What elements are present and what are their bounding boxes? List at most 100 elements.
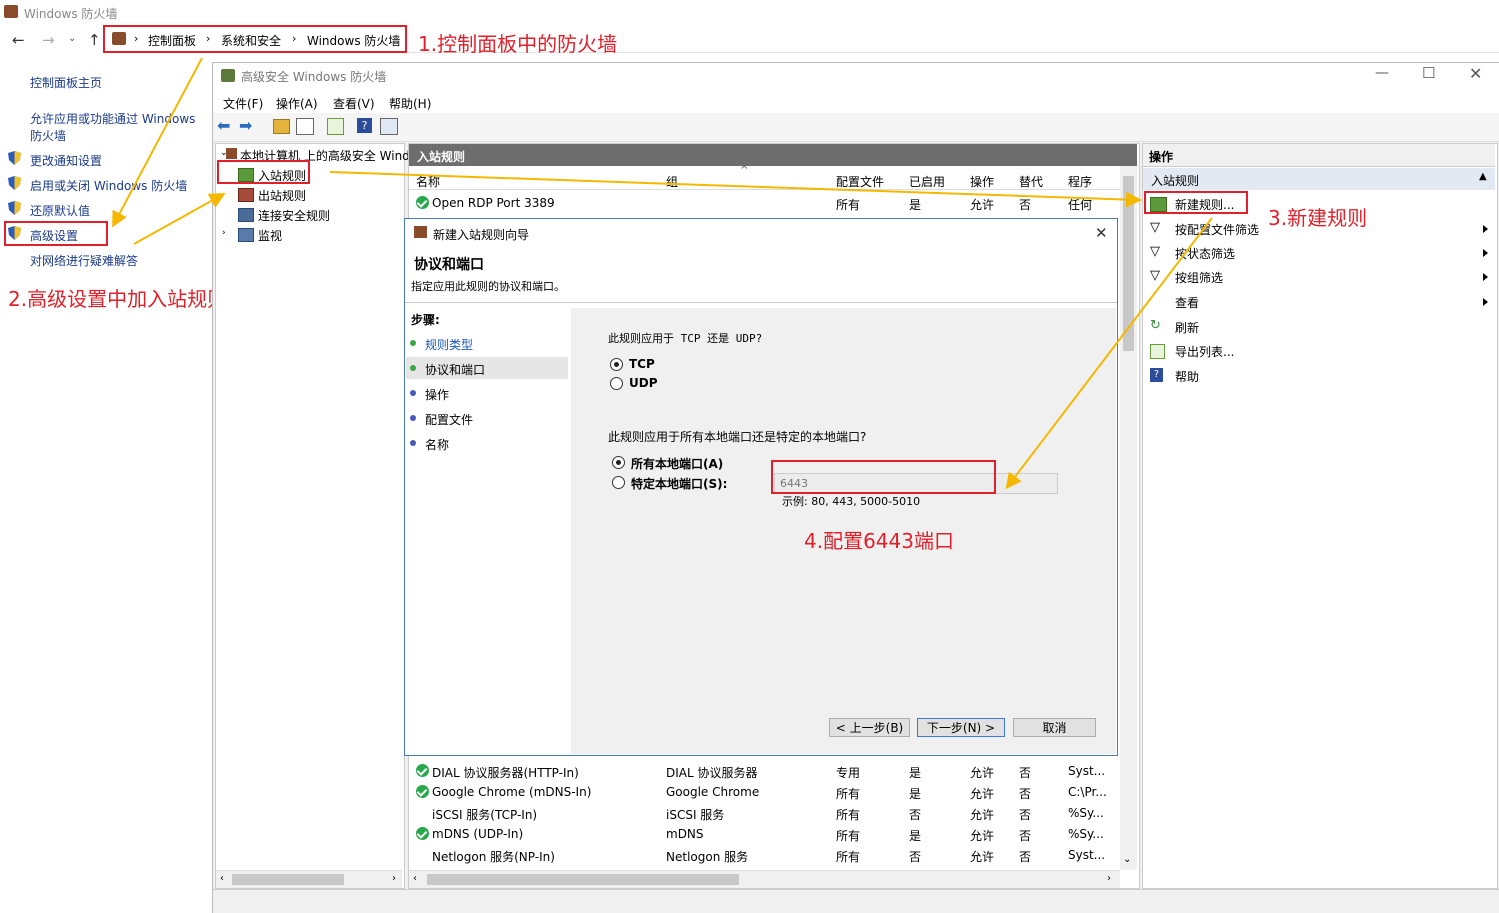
address-bar[interactable]: › 控制面板 › 系统和安全 › Windows 防火墙 (104, 27, 1499, 53)
wizard-close-icon[interactable]: ✕ (1095, 224, 1108, 242)
scroll-right-icon[interactable]: › (392, 873, 396, 884)
column-header-group[interactable]: 组 (666, 173, 678, 190)
tree-root[interactable]: 本地计算机 上的高级安全 Wind (240, 147, 410, 164)
center-vscrollbar[interactable]: ⌄ (1120, 166, 1137, 870)
action-new-rule[interactable]: 新建规则... (1175, 196, 1234, 213)
nav-change-notify[interactable]: 更改通知设置 (30, 152, 102, 169)
crumb-system-security[interactable]: 系统和安全 (221, 32, 281, 49)
scroll-down-icon[interactable]: ⌄ (1123, 854, 1131, 865)
rule-program: C:\Pr... (1068, 785, 1107, 799)
tree-connection-security[interactable]: 连接安全规则 (258, 207, 330, 224)
nav-control-panel-home[interactable]: 控制面板主页 (30, 74, 102, 91)
menu-view[interactable]: 查看(V) (333, 95, 375, 112)
tcp-radio[interactable] (610, 358, 623, 371)
action-view[interactable]: 查看 (1175, 294, 1199, 311)
action-filter-group[interactable]: 按组筛选 (1175, 269, 1223, 286)
crumb-windows-firewall[interactable]: Windows 防火墙 (307, 32, 400, 49)
up-arrow-icon[interactable]: ↑ (88, 31, 101, 49)
nav-allow-app[interactable]: 允许应用或功能通过 Windows (30, 110, 195, 127)
action-filter-profile[interactable]: 按配置文件筛选 (1175, 221, 1259, 238)
column-header-enabled[interactable]: 已启用 (909, 173, 945, 190)
scroll-thumb[interactable] (232, 874, 344, 885)
next-button[interactable]: 下一步(N) > (917, 718, 1005, 737)
nav-toggle-firewall[interactable]: 启用或关闭 Windows 防火墙 (30, 177, 187, 194)
rule-group: Netlogon 服务 (666, 850, 749, 864)
crumb-control-panel[interactable]: 控制面板 (148, 32, 196, 49)
rule-name[interactable]: Netlogon 服务(NP-In) (432, 848, 555, 865)
window-titlebar: Windows 防火墙 (0, 0, 1499, 26)
filter-icon: ▽ (1150, 220, 1160, 235)
column-header-divider (409, 189, 1137, 190)
back-button[interactable]: < 上一步(B) (829, 718, 910, 737)
action-refresh[interactable]: 刷新 (1175, 319, 1199, 336)
port-input[interactable]: 6443 (774, 473, 1058, 494)
export-icon[interactable] (327, 118, 344, 135)
udp-radio[interactable] (610, 377, 623, 390)
tcp-label[interactable]: TCP (629, 357, 655, 371)
tree-outbound-rules[interactable]: 出站规则 (258, 187, 306, 204)
firewall-icon (4, 5, 18, 18)
center-hscrollbar[interactable]: ‹ › (409, 870, 1120, 888)
rule-name[interactable]: Google Chrome (mDNS-In) (432, 785, 591, 799)
nav-restore-defaults[interactable]: 还原默认值 (30, 202, 90, 219)
cancel-button[interactable]: 取消 (1013, 718, 1096, 737)
action-export[interactable]: 导出列表... (1175, 343, 1234, 360)
scroll-left-icon[interactable]: ‹ (220, 873, 224, 884)
menu-file[interactable]: 文件(F) (223, 95, 263, 112)
menu-help[interactable]: 帮助(H) (389, 95, 431, 112)
all-ports-radio[interactable] (612, 456, 625, 469)
step-rule-type[interactable]: 规则类型 (425, 336, 473, 353)
rule-name[interactable]: iSCSI 服务(TCP-In) (432, 806, 537, 823)
column-header-override[interactable]: 替代 (1019, 173, 1043, 190)
nav-advanced-settings[interactable]: 高级设置 (30, 227, 78, 244)
recent-dropdown-icon[interactable]: ⌄ (68, 33, 76, 44)
collapse-caret-icon[interactable]: ▲ (1479, 171, 1487, 182)
step-pending-dot-icon (410, 415, 416, 421)
scroll-thumb[interactable] (427, 874, 739, 885)
folder-up-icon[interactable] (273, 119, 290, 134)
scroll-right-icon[interactable]: › (1107, 873, 1111, 884)
all-ports-label[interactable]: 所有本地端口(A) (631, 455, 723, 472)
crumb-separator: › (134, 32, 139, 45)
maximize-icon[interactable]: ☐ (1422, 64, 1435, 82)
tree-expand-icon[interactable]: › (222, 228, 226, 238)
specific-ports-label[interactable]: 特定本地端口(S): (631, 475, 727, 492)
udp-label[interactable]: UDP (629, 376, 658, 390)
forward-icon[interactable]: ➡ (239, 116, 252, 135)
rule-enabled: 否 (909, 850, 922, 864)
center-pane-title: 入站规则 (417, 150, 466, 164)
minimize-icon[interactable]: — (1375, 65, 1389, 81)
close-icon[interactable]: ✕ (1469, 64, 1482, 83)
back-icon[interactable]: ⬅ (217, 116, 230, 135)
show-hide-tree-icon[interactable] (296, 118, 314, 135)
column-header-action[interactable]: 操作 (970, 173, 994, 190)
rule-action: 允许 (970, 850, 995, 864)
action-section-header[interactable]: 入站规则 ▲ (1143, 168, 1495, 190)
help-icon[interactable]: ? (357, 118, 372, 133)
rule-name[interactable]: mDNS (UDP-In) (432, 827, 523, 841)
scroll-thumb[interactable] (1123, 176, 1134, 351)
tree-pane (215, 143, 405, 889)
action-pane-title: 操作 (1149, 150, 1174, 164)
scroll-left-icon[interactable]: ‹ (413, 873, 417, 884)
rule-name[interactable]: DIAL 协议服务器(HTTP-In) (432, 764, 579, 781)
action-filter-state[interactable]: 按状态筛选 (1175, 245, 1235, 262)
column-header-program[interactable]: 程序 (1068, 173, 1092, 190)
submenu-arrow-icon (1483, 298, 1488, 306)
properties-icon[interactable] (380, 118, 398, 135)
export-icon (1150, 344, 1165, 359)
tree-inbound-rules[interactable]: 入站规则 (258, 167, 306, 184)
nav-allow-app-line2[interactable]: 防火墙 (30, 127, 66, 144)
connection-security-icon (238, 208, 254, 222)
forward-arrow-icon[interactable]: → (42, 31, 55, 49)
back-arrow-icon[interactable]: ← (12, 31, 25, 49)
action-help[interactable]: 帮助 (1175, 368, 1199, 385)
specific-ports-radio[interactable] (612, 476, 625, 489)
tree-hscrollbar[interactable]: ‹ › (216, 870, 402, 888)
column-header-name[interactable]: 名称 (416, 173, 440, 190)
menu-action[interactable]: 操作(A) (276, 95, 318, 112)
tree-monitor[interactable]: 监视 (258, 227, 282, 244)
rule-name[interactable]: Open RDP Port 3389 (432, 196, 555, 210)
column-header-profile[interactable]: 配置文件 (836, 173, 884, 190)
nav-troubleshoot[interactable]: 对网络进行疑难解答 (30, 252, 138, 269)
